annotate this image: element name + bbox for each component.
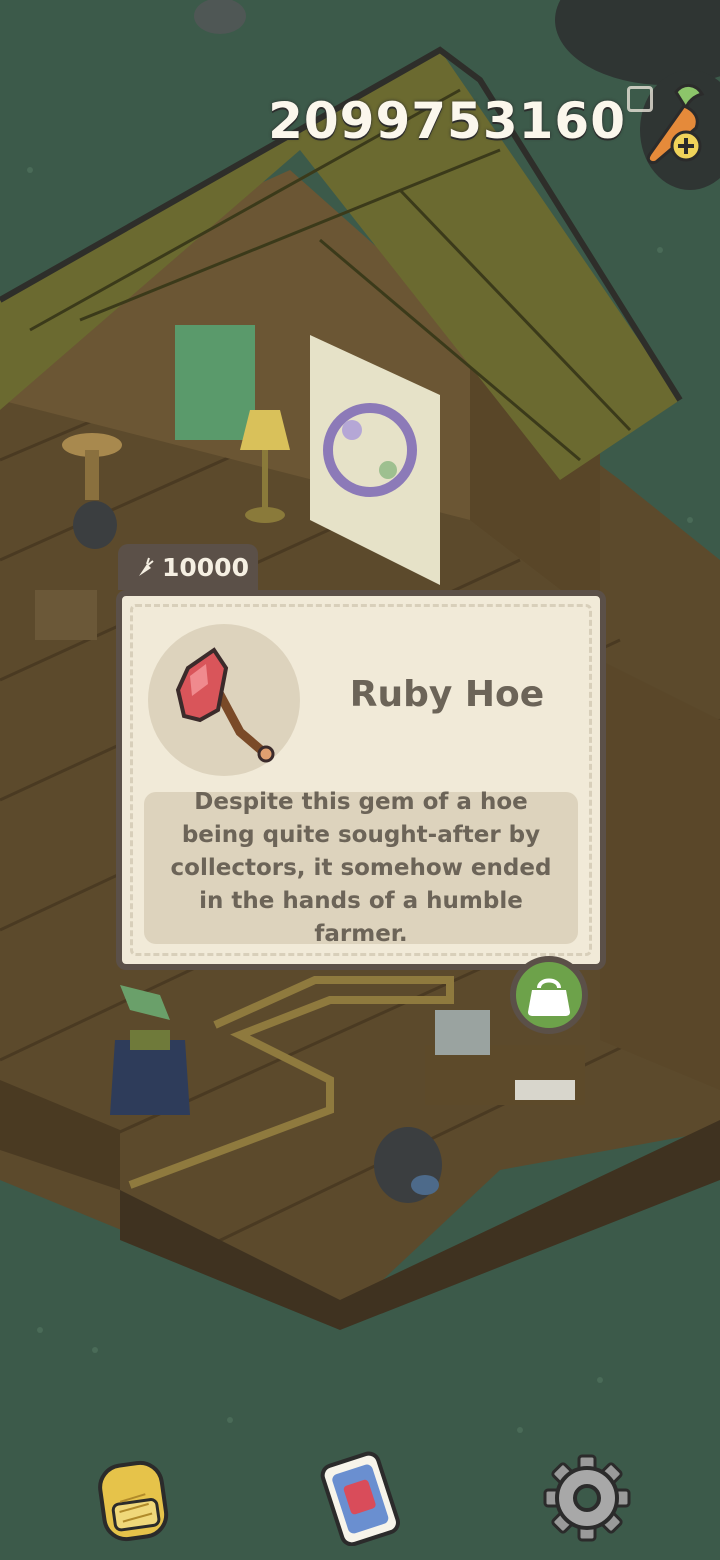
- price-value: 10000: [162, 552, 249, 582]
- backpack-icon: [98, 1460, 169, 1542]
- item-image: [148, 624, 300, 776]
- item-description: Despite this gem of a hoe being quite so…: [170, 788, 552, 947]
- carrot-plus-icon[interactable]: [636, 82, 712, 168]
- settings-button[interactable]: [542, 1450, 632, 1546]
- buy-button[interactable]: [510, 956, 588, 1034]
- currency-amount: 2099753160: [268, 92, 626, 150]
- shopping-bag-icon: [528, 978, 570, 1016]
- ruby-hoe-icon: [175, 647, 275, 763]
- carrot-icon: [139, 557, 154, 576]
- phone-button[interactable]: [315, 1450, 405, 1547]
- phone-icon: [320, 1451, 400, 1547]
- item-name: Ruby Hoe: [349, 674, 545, 715]
- gear-icon: [543, 1454, 631, 1542]
- item-description-box: Despite this gem of a hoe being quite so…: [144, 789, 578, 947]
- item-card: Ruby Hoe Despite this gem of a hoe being…: [116, 590, 606, 970]
- price-tag: 10000: [118, 544, 258, 590]
- backpack-button[interactable]: [90, 1450, 180, 1546]
